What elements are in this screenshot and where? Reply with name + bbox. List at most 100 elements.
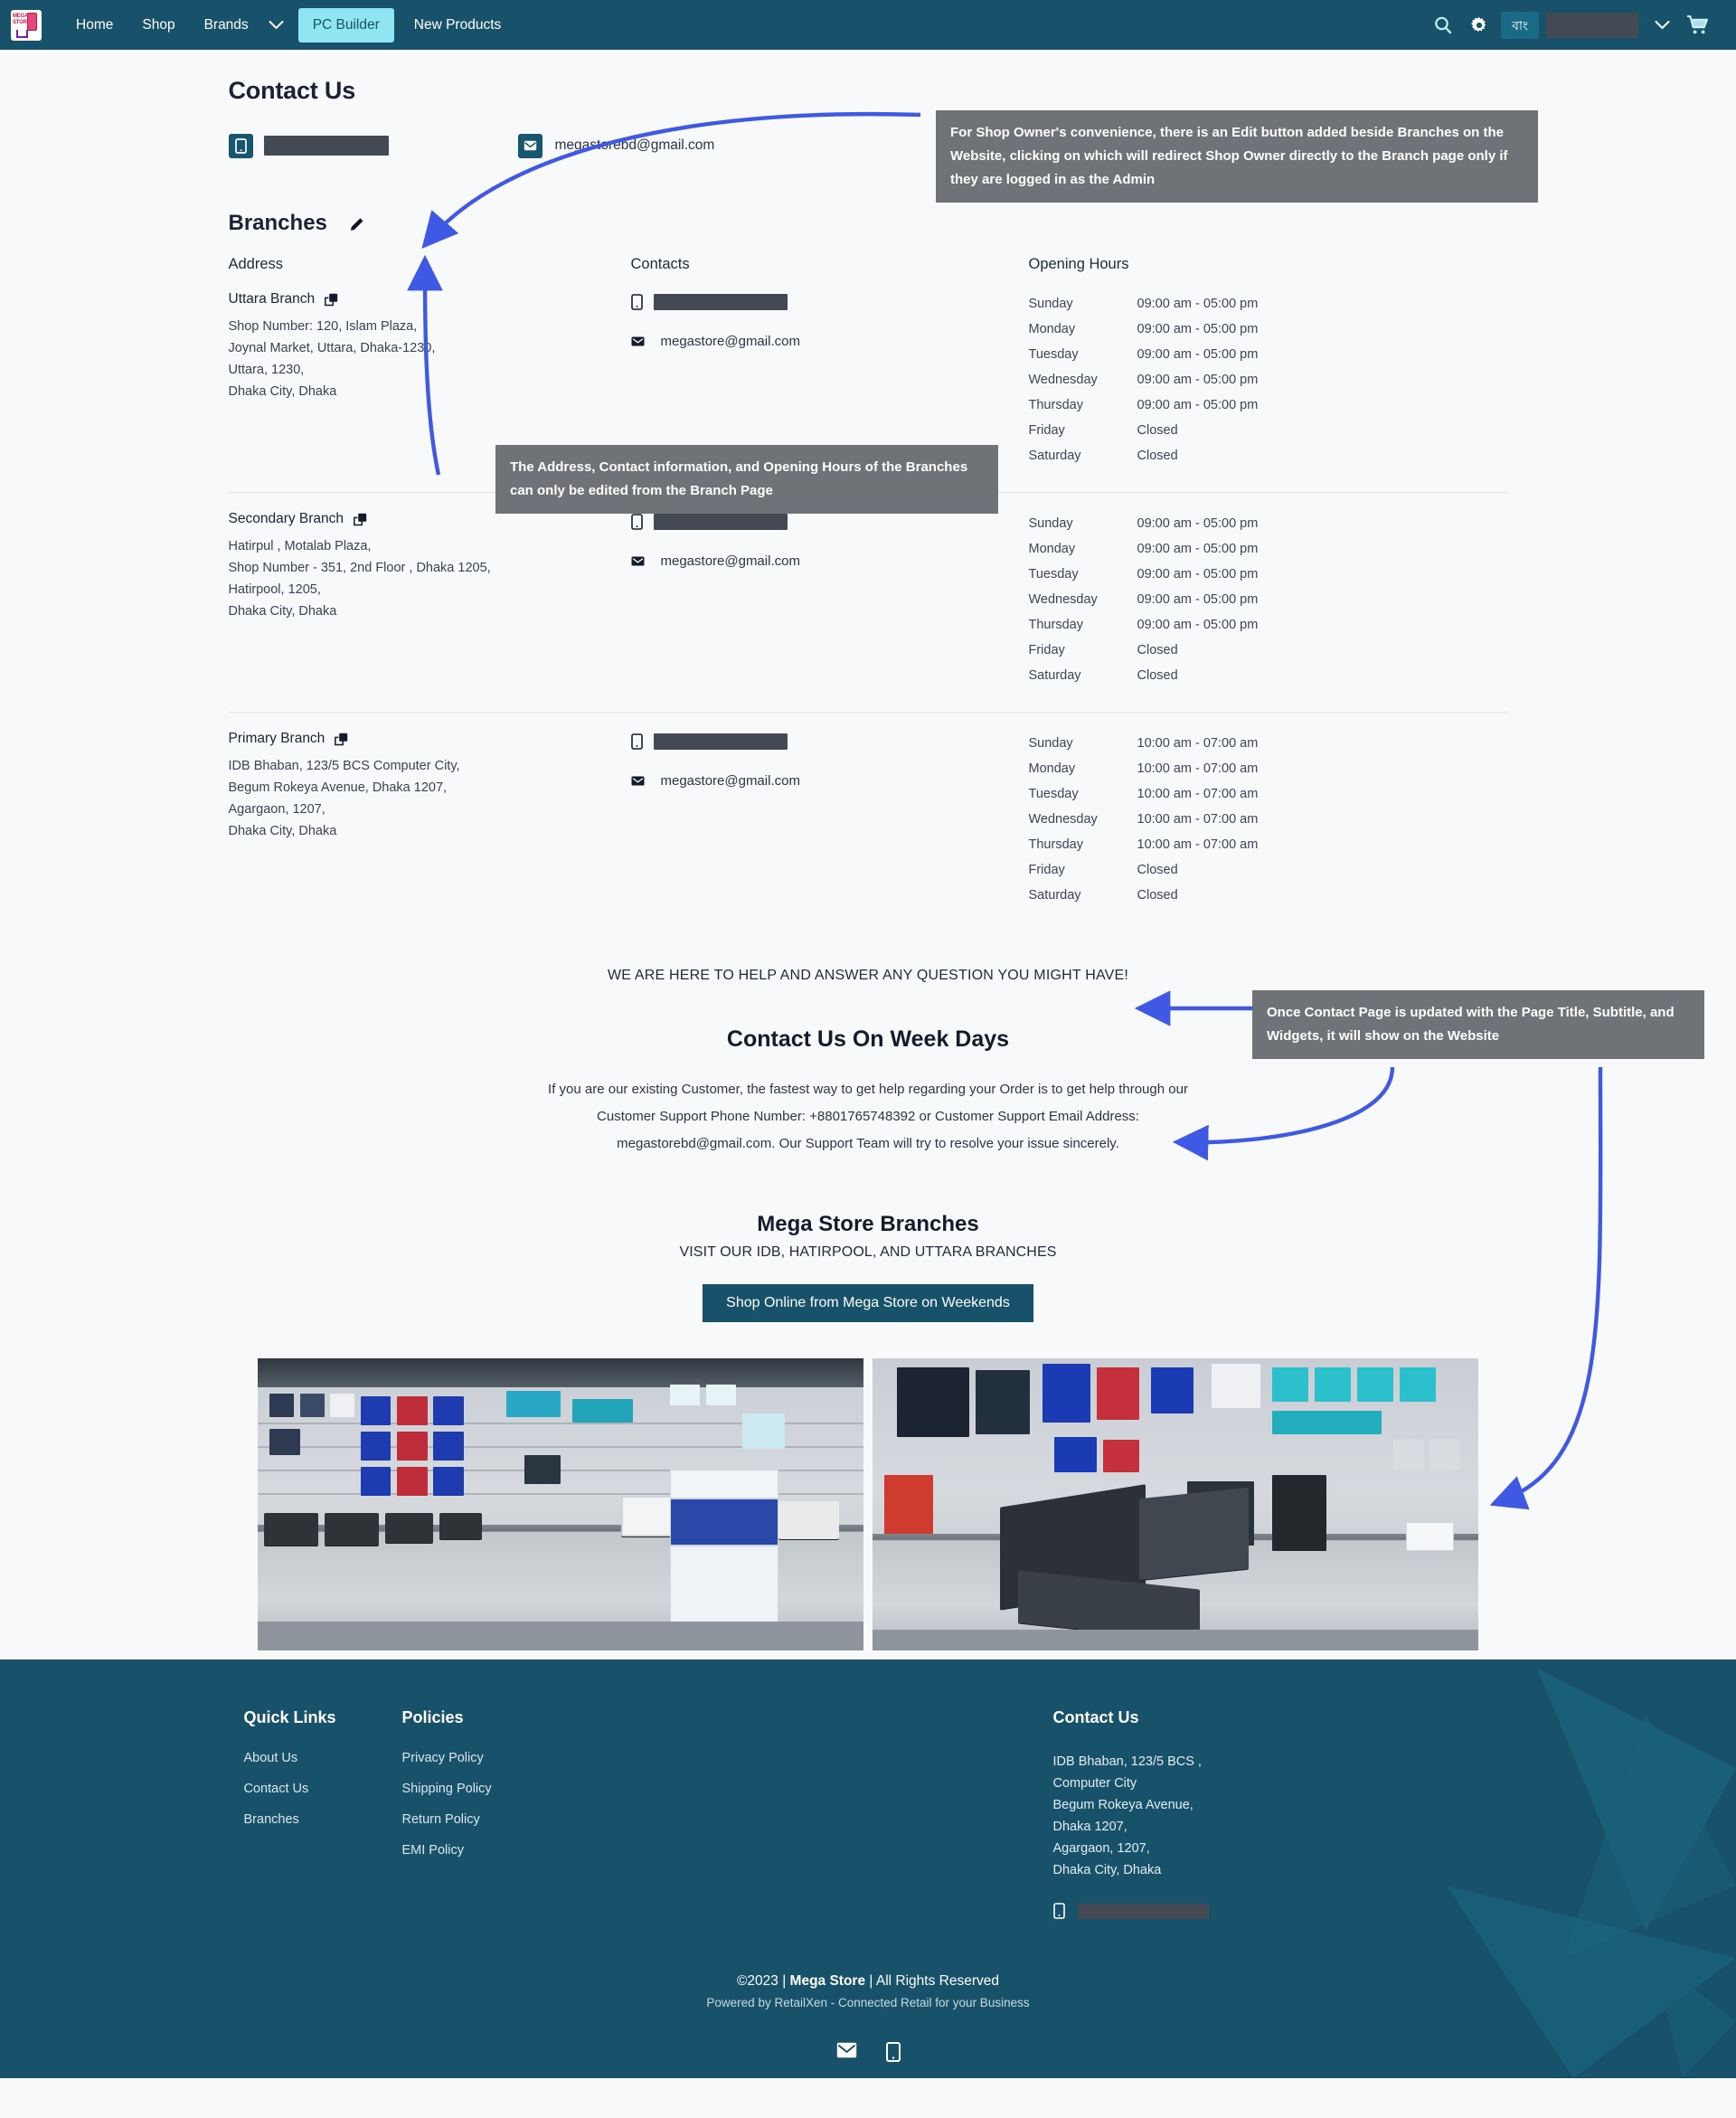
opening-hours-day: Friday bbox=[1028, 643, 1065, 657]
branch-name-label: Primary Branch bbox=[228, 731, 326, 746]
open-branch-icon[interactable] bbox=[325, 293, 338, 307]
footer-policy-link[interactable]: Privacy Policy bbox=[402, 1751, 1053, 1765]
branch-list: Uttara Branch Shop Number: 120, Islam Pla… bbox=[228, 273, 1508, 931]
opening-hours-row: Monday 10:00 am - 07:00 am bbox=[1029, 756, 1391, 781]
search-icon bbox=[1435, 16, 1452, 33]
opening-hours-day: Tuesday bbox=[1028, 567, 1079, 582]
footer-quick-link[interactable]: Branches bbox=[244, 1812, 402, 1827]
brands-dropdown-toggle[interactable] bbox=[263, 13, 293, 37]
open-branch-icon[interactable] bbox=[335, 733, 348, 746]
footer-bottom: ©2023 | Mega Store | All Rights Reserved… bbox=[0, 1973, 1736, 2066]
footer-social-icons bbox=[0, 2042, 1736, 2066]
opening-hours-row: Thursday 10:00 am - 07:00 am bbox=[1029, 832, 1391, 857]
nav-item-home[interactable]: Home bbox=[61, 9, 127, 42]
footer-email-button[interactable] bbox=[836, 2042, 857, 2066]
footer-quick-links: Quick Links About Us Contact Us Branches bbox=[244, 1708, 402, 1919]
opening-hours-time: Closed bbox=[1137, 668, 1178, 683]
branch-phone-redacted[interactable] bbox=[653, 294, 788, 310]
branch-email-row[interactable]: megastore@gmail.com bbox=[631, 553, 1029, 569]
footer-address: IDB Bhaban, 123/5 BCS , Computer City Begu… bbox=[1053, 1751, 1433, 1881]
envelope-icon bbox=[517, 133, 542, 158]
opening-hours-row: Tuesday 09:00 am - 05:00 pm bbox=[1029, 342, 1391, 367]
store-photo-gallery bbox=[229, 1358, 1508, 1650]
opening-hours-row: Saturday Closed bbox=[1029, 443, 1391, 468]
opening-hours-row: Friday Closed bbox=[1029, 418, 1391, 443]
opening-hours-time: Closed bbox=[1137, 888, 1178, 903]
search-button[interactable] bbox=[1425, 7, 1461, 43]
opening-hours-time: 10:00 am - 07:00 am bbox=[1137, 812, 1259, 827]
store-photo-1 bbox=[258, 1358, 863, 1650]
footer-address-line: IDB Bhaban, 123/5 BCS , bbox=[1052, 1754, 1202, 1769]
opening-hours-row: Sunday 09:00 am - 05:00 pm bbox=[1029, 291, 1391, 317]
branch-email-row[interactable]: megastore@gmail.com bbox=[631, 334, 1029, 349]
footer-policy-link[interactable]: Return Policy bbox=[402, 1812, 1053, 1827]
store-photo-2 bbox=[873, 1358, 1478, 1650]
branch-phone-redacted[interactable] bbox=[653, 733, 788, 750]
branch-phone-redacted[interactable] bbox=[653, 514, 788, 530]
top-email-block[interactable]: megastorebd@gmail.com bbox=[517, 133, 714, 158]
top-phone-redacted[interactable] bbox=[263, 136, 389, 156]
column-header-address: Address bbox=[228, 256, 284, 272]
opening-hours-row: Sunday 10:00 am - 07:00 am bbox=[1029, 731, 1391, 756]
opening-hours-time: 09:00 am - 05:00 pm bbox=[1137, 347, 1259, 362]
phone-icon bbox=[630, 294, 643, 310]
branches-heading-row: Branches bbox=[229, 211, 1508, 236]
branch-address-line: IDB Bhaban, 123/5 BCS Computer City, bbox=[228, 759, 460, 773]
nav-item-shop[interactable]: Shop bbox=[127, 9, 189, 42]
opening-hours-time: Closed bbox=[1137, 863, 1178, 877]
opening-hours-row: Wednesday 10:00 am - 07:00 am bbox=[1029, 807, 1391, 832]
widget-branches-subtitle: VISIT OUR IDB, HATIRPOOL, AND UTTARA BRA… bbox=[679, 1244, 1057, 1260]
branch-email-text: megastore@gmail.com bbox=[660, 773, 800, 789]
nav-item-brands[interactable]: Brands bbox=[190, 9, 263, 42]
branch-email-text: megastore@gmail.com bbox=[660, 334, 800, 349]
footer-phone-redacted[interactable] bbox=[1077, 1903, 1209, 1919]
annotation-contact-page-note: Once Contact Page is updated with the Pa… bbox=[1252, 990, 1704, 1059]
chevron-down-icon bbox=[269, 21, 284, 30]
nav-item-pc-builder[interactable]: PC Builder bbox=[297, 7, 394, 43]
opening-hours-day: Wednesday bbox=[1028, 373, 1098, 387]
powered-by-line: Powered by RetailXen - Connected Retail … bbox=[706, 1996, 1030, 2009]
opening-hours-row: Tuesday 10:00 am - 07:00 am bbox=[1029, 781, 1391, 807]
branch-address-line: Joynal Market, Uttara, Dhaka-1230, bbox=[228, 341, 436, 355]
shop-online-button[interactable]: Shop Online from Mega Store on Weekends bbox=[703, 1284, 1033, 1322]
opening-hours-day: Wednesday bbox=[1028, 812, 1098, 827]
branch-email-row[interactable]: megastore@gmail.com bbox=[631, 773, 1029, 789]
edit-branches-button[interactable] bbox=[347, 217, 364, 234]
open-branch-icon[interactable] bbox=[354, 513, 367, 526]
branch-hours-cell: Sunday 09:00 am - 05:00 pm Monday 09:00 am … bbox=[1029, 511, 1391, 688]
opening-hours-day: Saturday bbox=[1028, 888, 1081, 903]
column-header-contacts: Contacts bbox=[630, 256, 690, 272]
cart-button[interactable] bbox=[1680, 7, 1716, 43]
footer-phone-button[interactable] bbox=[885, 2042, 901, 2066]
account-dropdown-toggle[interactable] bbox=[1644, 7, 1680, 43]
settings-button[interactable] bbox=[1461, 7, 1497, 43]
top-phone-block bbox=[228, 133, 518, 158]
opening-hours-row: Friday Closed bbox=[1029, 857, 1391, 883]
annotation-branch-page-note: The Address, Contact information, and Op… bbox=[495, 445, 998, 514]
language-toggle-button[interactable]: বাং bbox=[1501, 11, 1539, 39]
branch-table-header: Address Contacts Opening Hours bbox=[229, 256, 1508, 273]
footer-policy-link[interactable]: Shipping Policy bbox=[402, 1782, 1053, 1796]
opening-hours-day: Monday bbox=[1028, 761, 1076, 776]
account-name-redacted[interactable] bbox=[1546, 12, 1638, 38]
opening-hours-day: Tuesday bbox=[1028, 787, 1079, 801]
opening-hours-time: 09:00 am - 05:00 pm bbox=[1137, 373, 1259, 387]
opening-hours-time: 09:00 am - 05:00 pm bbox=[1137, 398, 1259, 412]
footer-policy-link[interactable]: EMI Policy bbox=[402, 1843, 1053, 1858]
footer-policies-heading: Policies bbox=[401, 1708, 464, 1726]
opening-hours-day: Monday bbox=[1028, 542, 1076, 556]
footer-phone-row bbox=[1052, 1903, 1433, 1919]
nav-item-new-products[interactable]: New Products bbox=[400, 9, 515, 42]
site-logo[interactable]: MEGA STORE bbox=[11, 9, 42, 41]
footer-quick-links-list: About Us Contact Us Branches bbox=[244, 1751, 402, 1827]
footer-address-line: Computer City bbox=[1052, 1776, 1137, 1791]
opening-hours-time: 09:00 am - 05:00 pm bbox=[1137, 322, 1259, 336]
opening-hours-day: Thursday bbox=[1028, 618, 1083, 632]
footer-quick-link[interactable]: Contact Us bbox=[244, 1782, 402, 1796]
cart-icon bbox=[1687, 14, 1708, 33]
phone-icon bbox=[630, 514, 643, 530]
footer-quick-link[interactable]: About Us bbox=[244, 1751, 402, 1765]
opening-hours-day: Sunday bbox=[1028, 516, 1073, 531]
branch-address-line: Shop Number - 351, 2nd Floor , Dhaka 120… bbox=[228, 561, 491, 575]
logo-phone-shape bbox=[27, 12, 37, 31]
